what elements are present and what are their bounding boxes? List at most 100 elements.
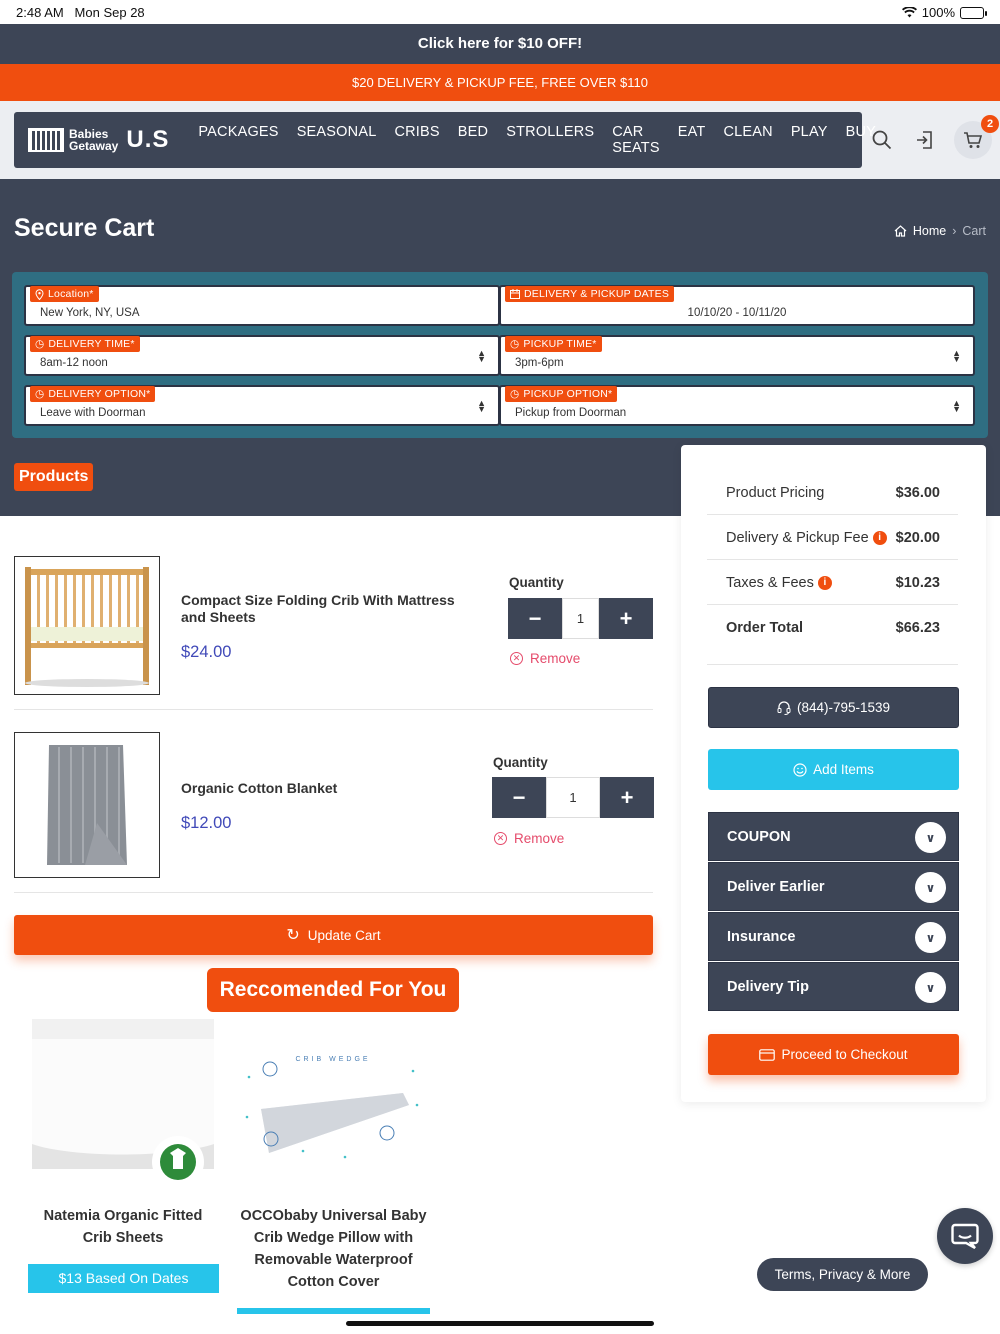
delivery-time-tag: ◷ DELIVERY TIME* (30, 336, 140, 352)
rec-item-price-button[interactable]: $13 Based On Dates (28, 1264, 219, 1293)
item-name[interactable]: Organic Cotton Blanket (181, 780, 481, 797)
product-pricing-row: Product Pricing $36.00 (707, 471, 958, 515)
blanket-product-image[interactable] (14, 732, 160, 878)
add-items-button[interactable]: Add Items (708, 749, 959, 790)
terms-privacy-button[interactable]: Terms, Privacy & More (757, 1258, 928, 1291)
rec-item-price-button[interactable] (237, 1308, 430, 1314)
quantity-input[interactable]: 1 (546, 777, 600, 818)
page-title: Secure Cart (14, 214, 155, 242)
location-field[interactable]: Location* New York, NY, USA (24, 285, 500, 326)
nav-links: PACKAGES SEASONAL CRIBS BED STROLLERS CA… (189, 124, 885, 156)
deliver-earlier-accordion[interactable]: Deliver Earlier ∨ (708, 862, 959, 911)
nav-bed[interactable]: BED (449, 124, 497, 156)
info-icon[interactable]: i (817, 575, 832, 590)
nav-cribs[interactable]: CRIBS (385, 124, 448, 156)
item-price: $24.00 (181, 643, 232, 661)
crib-product-image[interactable] (14, 556, 160, 695)
proceed-to-checkout-button[interactable]: Proceed to Checkout (708, 1034, 959, 1075)
delivery-tip-accordion[interactable]: Delivery Tip ∨ (708, 962, 959, 1011)
select-arrows-icon: ▲ ▼ (952, 348, 961, 364)
dates-value: 10/10/20 - 10/11/20 (687, 307, 787, 319)
chat-button[interactable] (937, 1208, 993, 1264)
select-arrows-icon: ▲ ▼ (952, 398, 961, 414)
coupon-accordion[interactable]: COUPON ∨ (708, 812, 959, 861)
breadcrumb: Home › Cart (894, 224, 986, 238)
breadcrumb-current: Cart (962, 224, 986, 238)
select-arrows-icon: ▲ ▼ (477, 348, 486, 364)
pickup-option-tag: ◷ PICKUP OPTION* (505, 386, 618, 402)
nav-car-seats[interactable]: CAR SEATS (603, 124, 668, 156)
taxes-row: Taxes & Fees i $10.23 (707, 561, 958, 605)
delivery-fee-value: $20.00 (895, 529, 940, 546)
update-cart-button[interactable]: ↻ Update Cart (14, 915, 653, 955)
crib-logo-icon (28, 128, 64, 152)
location-value: New York, NY, USA (40, 307, 140, 319)
pickup-time-tag: ◷ PICKUP TIME* (505, 336, 602, 352)
home-icon (894, 225, 907, 237)
remove-item-button[interactable]: ✕ Remove (510, 651, 580, 666)
delivery-time-select[interactable]: ◷ DELIVERY TIME* 8am-12 noon ▲ ▼ (24, 335, 500, 376)
taxes-label: Taxes & Fees i (707, 575, 832, 591)
login-icon[interactable] (915, 130, 935, 150)
battery-percent: 100% (921, 5, 955, 20)
quantity-label: Quantity (493, 755, 548, 770)
nav-play[interactable]: PLAY (782, 124, 837, 156)
wifi-icon (901, 7, 917, 18)
delivery-time-value: 8am-12 noon (40, 357, 108, 369)
remove-item-button[interactable]: ✕ Remove (494, 831, 564, 846)
search-icon[interactable] (872, 130, 892, 150)
site-logo[interactable]: Babies Getaway U.S (28, 126, 169, 154)
breadcrumb-separator-icon: › (952, 224, 957, 238)
status-right: 100% (901, 5, 987, 20)
crib-sheet-image[interactable] (32, 1019, 214, 1191)
rec-item-name[interactable]: Natemia Organic Fitted Crib Sheets (32, 1205, 214, 1249)
location-tag: Location* (30, 286, 99, 302)
logo-suffix: U.S (126, 126, 170, 153)
nav-packages[interactable]: PACKAGES (189, 124, 287, 156)
map-pin-icon (35, 288, 44, 300)
recommended-heading: Reccomended For You (207, 968, 459, 1012)
cart-icon (964, 132, 983, 148)
quantity-input[interactable]: 1 (562, 598, 599, 639)
phone-button[interactable]: (844)-795-1539 (708, 687, 959, 728)
status-time: 2:48 AM Mon Sep 28 (16, 5, 145, 20)
status-bar: 2:48 AM Mon Sep 28 100% (0, 0, 1000, 24)
product-pricing-label: Product Pricing (726, 484, 825, 501)
chevron-down-icon: ∨ (915, 922, 946, 953)
order-total-label: Order Total (726, 619, 804, 636)
increase-quantity-button[interactable]: + (599, 598, 653, 639)
logo-text: Babies Getaway (69, 127, 119, 153)
insurance-accordion[interactable]: Insurance ∨ (708, 912, 959, 961)
breadcrumb-home[interactable]: Home (913, 224, 946, 238)
nav-clean[interactable]: CLEAN (714, 124, 781, 156)
select-arrows-icon: ▲ ▼ (477, 398, 486, 414)
info-icon[interactable]: i (872, 530, 887, 545)
dates-field[interactable]: DELIVERY & PICKUP DATES 10/10/20 - 10/11… (499, 285, 975, 326)
nav-eat[interactable]: EAT (669, 124, 715, 156)
battery-icon (960, 6, 987, 19)
product-pricing-value: $36.00 (895, 484, 940, 501)
quantity-stepper: − 1 + (508, 598, 653, 639)
decrease-quantity-button[interactable]: − (508, 598, 562, 639)
nav-strollers[interactable]: STROLLERS (497, 124, 603, 156)
pickup-time-select[interactable]: ◷ PICKUP TIME* 3pm-6pm ▲ ▼ (499, 335, 975, 376)
chevron-down-icon: ∨ (915, 972, 946, 1003)
remove-icon: ✕ (510, 652, 523, 665)
item-name[interactable]: Compact Size Folding Crib With Mattress … (181, 592, 481, 626)
chevron-down-icon: ∨ (915, 822, 946, 853)
item-divider (14, 709, 653, 710)
crib-wedge-image[interactable]: CRIB WEDGE (237, 1047, 430, 1167)
headset-icon (777, 700, 791, 715)
increase-quantity-button[interactable]: + (600, 777, 654, 818)
credit-card-icon (759, 1048, 776, 1061)
pickup-option-select[interactable]: ◷ PICKUP OPTION* Pickup from Doorman ▲ ▼ (499, 385, 975, 426)
promo-offer-banner[interactable]: Click here for $10 OFF! (0, 24, 1000, 64)
pickup-time-value: 3pm-6pm (515, 357, 564, 369)
remove-icon: ✕ (494, 832, 507, 845)
rec-item-name[interactable]: OCCObaby Universal Baby Crib Wedge Pillo… (237, 1205, 430, 1293)
calendar-icon (510, 289, 520, 299)
crib-wedge-image-text: CRIB WEDGE (295, 1056, 370, 1063)
decrease-quantity-button[interactable]: − (492, 777, 546, 818)
delivery-option-select[interactable]: ◷ DELIVERY OPTION* Leave with Doorman ▲ ▼ (24, 385, 500, 426)
nav-seasonal[interactable]: SEASONAL (288, 124, 386, 156)
